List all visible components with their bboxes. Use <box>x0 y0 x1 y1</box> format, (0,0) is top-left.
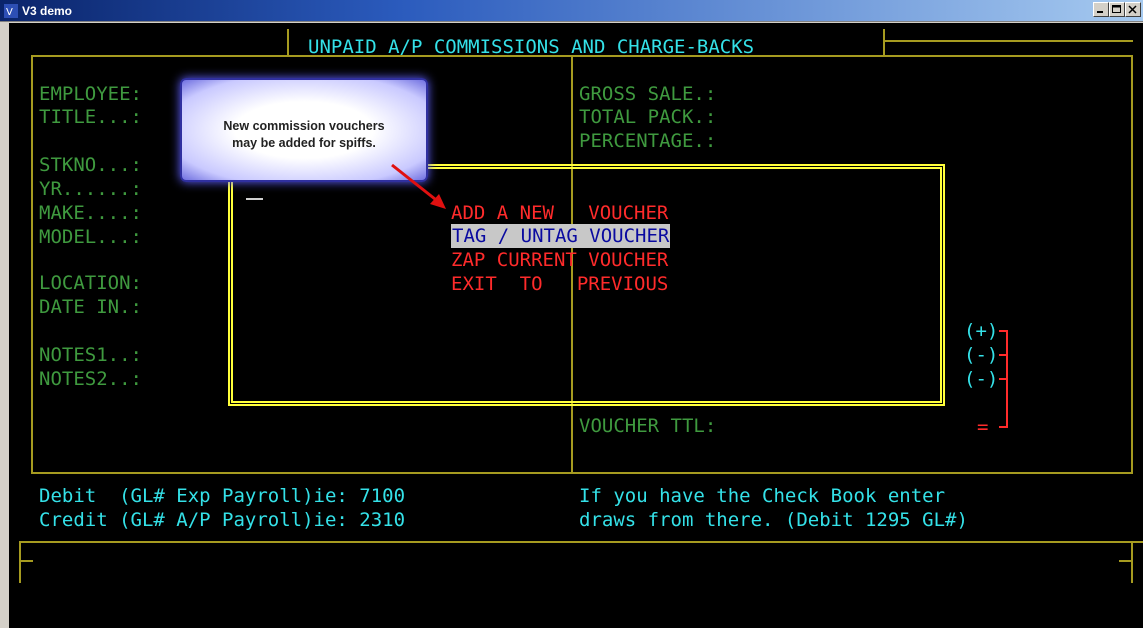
label-gross-sale: GROSS SALE.: <box>579 83 717 105</box>
sign-minus-1: (-) <box>964 344 999 366</box>
menu-item-tag-voucher[interactable]: TAG / UNTAG VOUCHER <box>451 224 671 248</box>
frame-bottom-line <box>31 472 1133 474</box>
menu-item-add-voucher[interactable]: ADD A NEW VOUCHER <box>451 201 668 225</box>
frame-right-line <box>1131 55 1133 474</box>
maximize-button[interactable] <box>1109 2 1125 17</box>
close-button[interactable] <box>1125 2 1141 17</box>
heading-right-rule <box>883 40 1133 42</box>
window-title: V3 demo <box>22 4 73 18</box>
heading-right-tick <box>883 29 885 55</box>
label-voucher-total: VOUCHER TTL: <box>579 415 717 437</box>
label-make: MAKE....: <box>39 202 142 224</box>
status-top-line <box>19 541 1143 543</box>
checkbook-note-line1: If you have the Check Book enter <box>579 485 946 507</box>
label-yr: YR......: <box>39 178 142 200</box>
checkbook-note-line2: draws from there. (Debit 1295 GL#) <box>579 509 968 531</box>
label-stkno: STKNO...: <box>39 154 142 176</box>
svg-text:V: V <box>6 7 13 18</box>
menu-item-exit[interactable]: EXIT TO PREVIOUS <box>451 272 668 296</box>
minimize-button[interactable] <box>1093 2 1109 17</box>
window-titlebar: V V3 demo <box>0 0 1143 22</box>
label-total-pack: TOTAL PACK.: <box>579 106 717 128</box>
text-cursor <box>246 198 263 200</box>
terminal-screen[interactable]: UNPAID A/P COMMISSIONS AND CHARGE-BACKS … <box>9 23 1143 628</box>
status-left-line <box>19 541 21 583</box>
label-title: TITLE...: <box>39 106 142 128</box>
heading-left-tick <box>287 29 289 55</box>
label-notes2: NOTES2..: <box>39 368 142 390</box>
sign-plus: (+) <box>964 320 999 342</box>
status-left-tick <box>19 560 33 562</box>
menu-item-zap-voucher[interactable]: ZAP CURRENT VOUCHER <box>451 248 668 272</box>
callout-line-2: may be added for spiffs. <box>232 136 376 150</box>
app-icon: V <box>3 3 19 19</box>
label-employee: EMPLOYEE: <box>39 83 142 105</box>
sign-minus-2: (-) <box>964 368 999 390</box>
status-right-tick <box>1119 560 1133 562</box>
label-date-in: DATE IN.: <box>39 296 142 318</box>
screen-heading: UNPAID A/P COMMISSIONS AND CHARGE-BACKS <box>308 36 755 58</box>
sign-equals: = <box>977 416 989 438</box>
label-percentage: PERCENTAGE.: <box>579 130 717 152</box>
label-model: MODEL...: <box>39 226 142 248</box>
label-notes1: NOTES1..: <box>39 344 142 366</box>
callout-arrow-icon <box>391 163 446 209</box>
label-location: LOCATION: <box>39 272 142 294</box>
status-right-line <box>1131 541 1133 583</box>
callout-line-1: New commission vouchers <box>223 119 385 133</box>
sum-bracket <box>999 330 1008 428</box>
frame-left-line <box>31 55 33 474</box>
gl-credit-line: Credit (GL# A/P Payroll)ie: 2310 <box>39 509 406 531</box>
gl-debit-line: Debit (GL# Exp Payroll)ie: 7100 <box>39 485 406 507</box>
